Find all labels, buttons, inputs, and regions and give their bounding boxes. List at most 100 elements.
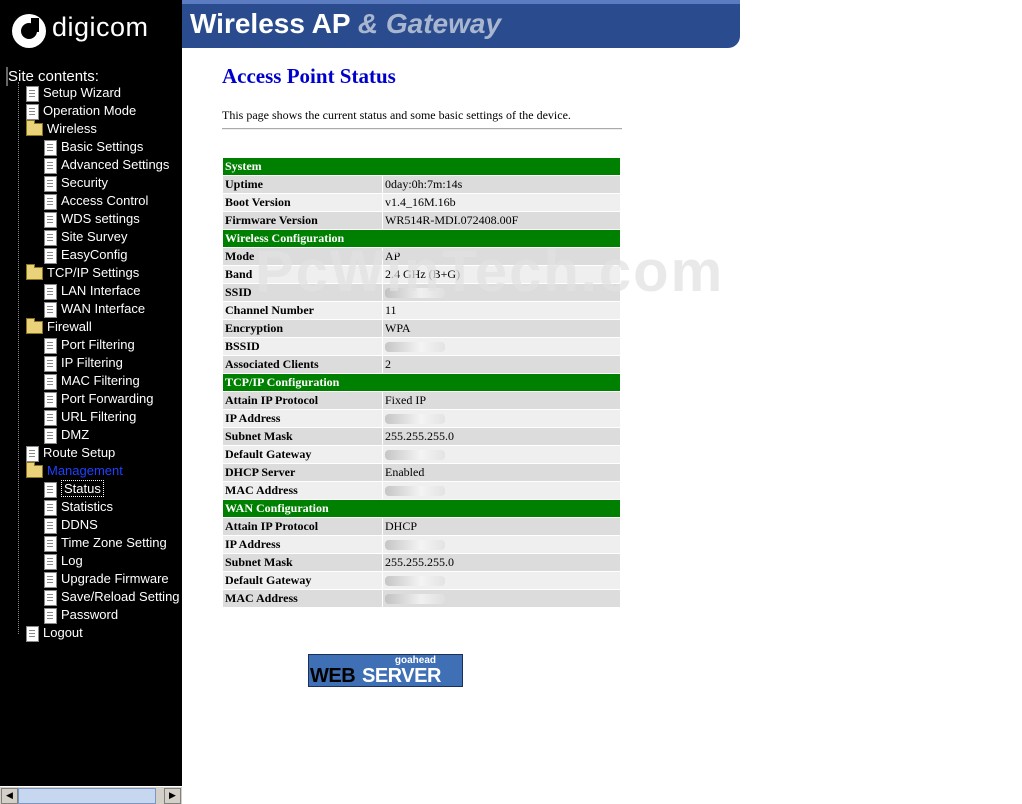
section-title: TCP/IP Configuration — [223, 374, 620, 391]
sidebar-item-ddns[interactable]: DDNS — [44, 516, 98, 534]
row-label: Attain IP Protocol — [223, 518, 382, 535]
sidebar-item-status[interactable]: Status — [44, 480, 104, 498]
sidebar-item-access-control[interactable]: Access Control — [44, 192, 148, 210]
document-icon — [44, 607, 57, 624]
sidebar-horizontal-scrollbar[interactable]: ◀ ▶ — [0, 786, 182, 804]
sidebar-item-basic-settings[interactable]: Basic Settings — [44, 138, 143, 156]
table-row: Uptime 0day:0h:7m:14s — [223, 176, 620, 193]
logo-text: digicom — [52, 12, 149, 42]
document-icon — [26, 625, 39, 642]
sidebar-item-upgrade-firmware[interactable]: Upgrade Firmware — [44, 570, 169, 588]
sidebar-item-management[interactable]: Management — [26, 462, 123, 480]
row-value: WPA — [383, 320, 620, 337]
table-row: IP Address — [223, 536, 620, 553]
sidebar-item-label: Firewall — [47, 319, 92, 334]
row-label: SSID — [223, 284, 382, 301]
sidebar-item-log[interactable]: Log — [44, 552, 83, 570]
sidebar-item-port-forwarding[interactable]: Port Forwarding — [44, 390, 153, 408]
sidebar-item-port-filtering[interactable]: Port Filtering — [44, 336, 135, 354]
scroll-right-icon[interactable]: ▶ — [164, 788, 181, 804]
row-label: Mode — [223, 248, 382, 265]
section-title: System — [223, 158, 620, 175]
document-icon — [44, 247, 57, 264]
document-icon — [44, 283, 57, 300]
sidebar-item-wds-settings[interactable]: WDS settings — [44, 210, 140, 228]
row-label: IP Address — [223, 536, 382, 553]
sidebar-item-easyconfig[interactable]: EasyConfig — [44, 246, 127, 264]
sidebar-item-label: WDS settings — [61, 211, 140, 226]
redacted-value — [385, 288, 445, 299]
banner-stripe — [182, 0, 740, 4]
sidebar-item-label: URL Filtering — [61, 409, 137, 424]
row-value — [383, 446, 620, 463]
redacted-value — [385, 576, 445, 587]
table-row: Channel Number 11 — [223, 302, 620, 319]
web-label: WEB — [310, 665, 356, 687]
page-description: This page shows the current status and s… — [222, 108, 571, 122]
section-header: WAN Configuration — [223, 500, 620, 517]
row-label: Subnet Mask — [223, 554, 382, 571]
sidebar-item-advanced-settings[interactable]: Advanced Settings — [44, 156, 169, 174]
row-label: Default Gateway — [223, 446, 382, 463]
sidebar-item-lan-interface[interactable]: LAN Interface — [44, 282, 141, 300]
document-icon — [26, 85, 39, 102]
row-value: v1.4_16M.16b — [383, 194, 620, 211]
sidebar-item-dmz[interactable]: DMZ — [44, 426, 89, 444]
sidebar-item-site-survey[interactable]: Site Survey — [44, 228, 127, 246]
sidebar-item-mac-filtering[interactable]: MAC Filtering — [44, 372, 140, 390]
logo: digicom — [0, 0, 182, 62]
header: digicom Wireless AP & Gateway — [0, 0, 1022, 62]
row-value — [383, 482, 620, 499]
document-icon — [44, 229, 57, 246]
sidebar-item-setup-wizard[interactable]: Setup Wizard — [26, 84, 121, 102]
row-value — [383, 590, 620, 607]
sidebar-item-label: Password — [61, 607, 119, 622]
sidebar-item-time-zone-setting[interactable]: Time Zone Setting — [44, 534, 167, 552]
sidebar-item-label: Setup Wizard — [43, 85, 122, 100]
table-row: BSSID — [223, 338, 620, 355]
redacted-value — [385, 486, 445, 497]
redacted-value — [385, 342, 445, 353]
document-icon — [44, 139, 57, 156]
row-value — [383, 410, 620, 427]
section-title: WAN Configuration — [223, 500, 620, 517]
table-row: Default Gateway — [223, 572, 620, 589]
sidebar-item-url-filtering[interactable]: URL Filtering — [44, 408, 136, 426]
document-icon — [26, 103, 39, 120]
sidebar-item-save-reload-setting[interactable]: Save/Reload Setting — [44, 588, 180, 606]
table-row: SSID — [223, 284, 620, 301]
document-icon — [44, 427, 57, 444]
sidebar-item-wireless[interactable]: Wireless — [26, 120, 97, 138]
page-title: Access Point Status — [222, 64, 396, 88]
folder-icon — [26, 120, 43, 137]
sidebar-item-label: Save/Reload Setting — [61, 589, 180, 604]
sidebar-item-label: Upgrade Firmware — [61, 571, 169, 586]
document-icon — [44, 571, 57, 588]
sidebar-item-label: Basic Settings — [61, 139, 144, 154]
sidebar-item-label: Status — [61, 480, 104, 497]
table-row: Band 2.4 GHz (B+G) — [223, 266, 620, 283]
sidebar-item-statistics[interactable]: Statistics — [44, 498, 113, 516]
sidebar-item-route-setup[interactable]: Route Setup — [26, 444, 115, 462]
document-icon — [44, 589, 57, 606]
document-icon — [44, 481, 57, 498]
table-row: MAC Address — [223, 482, 620, 499]
sidebar-item-tcp-ip-settings[interactable]: TCP/IP Settings — [26, 264, 139, 282]
scroll-left-icon[interactable]: ◀ — [1, 788, 18, 804]
sidebar-item-ip-filtering[interactable]: IP Filtering — [44, 354, 123, 372]
sidebar-item-logout[interactable]: Logout — [26, 624, 83, 642]
sidebar-item-operation-mode[interactable]: Operation Mode — [26, 102, 136, 120]
sidebar-item-security[interactable]: Security — [44, 174, 108, 192]
sidebar-title-label: Site contents: — [8, 68, 99, 85]
document-icon — [44, 301, 57, 318]
scrollbar-thumb[interactable] — [18, 788, 156, 804]
sidebar-item-label: Port Forwarding — [61, 391, 154, 406]
document-icon — [44, 373, 57, 390]
goahead-webserver-logo: goahead WEB SERVER — [308, 654, 463, 687]
document-icon — [44, 553, 57, 570]
sidebar-item-wan-interface[interactable]: WAN Interface — [44, 300, 145, 318]
sidebar-item-password[interactable]: Password — [44, 606, 118, 624]
sidebar-item-firewall[interactable]: Firewall — [26, 318, 92, 336]
sidebar-item-label: Port Filtering — [61, 337, 135, 352]
row-label: Default Gateway — [223, 572, 382, 589]
